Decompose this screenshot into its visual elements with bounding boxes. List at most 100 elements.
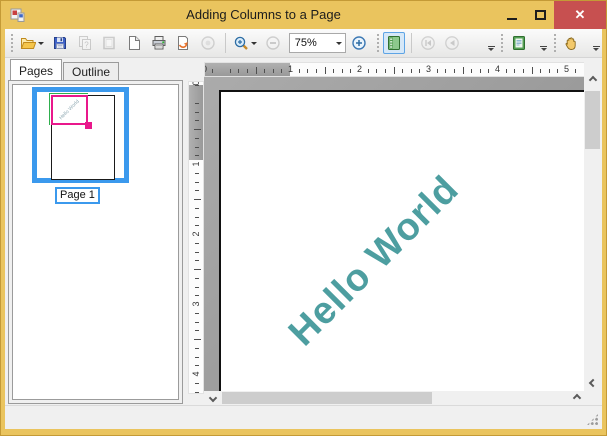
ruler-tick <box>195 217 199 218</box>
toolbar-grip[interactable] <box>10 34 14 52</box>
window-controls: ✕ <box>498 1 606 29</box>
toolbar-overflow-button[interactable] <box>590 35 602 57</box>
toolbar-overflow-button[interactable] <box>485 35 497 57</box>
ruler-number: 3 <box>424 64 433 74</box>
toolbar-overflow-button[interactable] <box>538 35 550 57</box>
stop-icon <box>200 35 216 51</box>
thumbnail-column-shape[interactable]: Hello World <box>51 95 88 125</box>
vertical-ruler: 01234 <box>188 81 204 394</box>
document-page[interactable]: Hello World <box>219 90 585 391</box>
h-scroll-thumb[interactable] <box>222 392 432 404</box>
maximize-button[interactable] <box>526 1 554 29</box>
horizontal-scrollbar[interactable] <box>204 391 585 405</box>
continuous-view-button[interactable] <box>383 32 406 54</box>
tab-pages[interactable]: Pages <box>10 59 62 80</box>
app-icon <box>10 7 26 23</box>
toolbar-separator <box>411 33 412 53</box>
minimize-button[interactable] <box>498 1 526 29</box>
open-button[interactable] <box>17 32 47 54</box>
ruler-tick <box>368 69 369 73</box>
ruler-tick <box>273 69 274 73</box>
ruler-tick <box>575 69 576 73</box>
vertical-scrollbar[interactable] <box>584 58 601 391</box>
ruler-tick <box>419 69 420 73</box>
ruler-number: 1 <box>191 157 201 171</box>
save-button[interactable] <box>49 32 72 54</box>
ruler-number: 0 <box>204 64 209 74</box>
ruler-tick <box>195 103 199 104</box>
minimize-icon <box>507 18 517 20</box>
ruler-tick <box>316 69 317 73</box>
thumbnail-label: Page 1 <box>55 187 100 204</box>
cancel-button <box>197 32 220 54</box>
ruler-tick <box>195 173 199 174</box>
tab-pages-label: Pages <box>19 64 53 78</box>
scroll-right-button[interactable] <box>569 391 585 405</box>
ruler-tick <box>195 120 199 121</box>
combo-dropdown-button[interactable] <box>332 38 345 48</box>
ruler-tick <box>523 69 524 73</box>
tab-outline[interactable]: Outline <box>63 62 119 80</box>
single-page-view-button[interactable] <box>507 32 530 54</box>
page-setup-button[interactable] <box>123 32 146 54</box>
page-thumbnail-selection[interactable]: Hello World <box>32 87 129 183</box>
ruler-number: 2 <box>355 64 364 74</box>
zoom-level-combo[interactable]: 75% <box>289 33 346 53</box>
ruler-tick <box>195 85 199 86</box>
ruler-tick <box>195 365 199 366</box>
ruler-tick <box>540 69 541 73</box>
scroll-left-button[interactable] <box>205 391 221 405</box>
dropdown-caret-icon[interactable] <box>251 42 257 48</box>
resize-grip[interactable] <box>586 413 599 426</box>
titlebar: Adding Columns to a Page ✕ <box>1 1 606 29</box>
ruler-tick <box>195 252 199 253</box>
ruler-tick <box>514 69 515 73</box>
ruler-tick <box>445 69 446 73</box>
toolbar-grip[interactable] <box>500 34 504 52</box>
ruler-tick <box>557 69 558 73</box>
ruler-tick <box>195 225 199 226</box>
scroll-up-button[interactable] <box>584 72 601 88</box>
window-title: Adding Columns to a Page <box>61 1 466 29</box>
print-button[interactable] <box>147 32 170 54</box>
zoom-mode-button[interactable] <box>230 32 260 54</box>
v-scroll-thumb[interactable] <box>585 91 600 149</box>
zoom-tool-icon <box>233 35 249 51</box>
thumbnail-panel[interactable]: Hello World Page 1 <box>12 84 179 400</box>
ruler-tick <box>195 330 199 331</box>
watermark-button <box>98 32 121 54</box>
zoom-out-icon <box>265 35 281 51</box>
thumbnail-resize-handle[interactable] <box>85 122 92 129</box>
ruler-tick <box>194 339 201 340</box>
chevron-down-icon <box>588 379 596 387</box>
ruler-number: 5 <box>562 64 571 74</box>
ruler-tick <box>325 67 326 74</box>
ruler-tick <box>394 67 395 74</box>
ruler-tick <box>471 69 472 73</box>
ruler-tick <box>195 322 199 323</box>
ruler-tick <box>488 69 489 73</box>
pages-question-icon: ? <box>77 35 93 51</box>
ruler-number: 2 <box>191 227 201 241</box>
tab-outline-label: Outline <box>72 65 110 79</box>
close-button[interactable]: ✕ <box>554 1 606 29</box>
document-canvas[interactable]: Hello World <box>204 77 585 391</box>
ruler-tick <box>333 69 334 73</box>
ruler-tick <box>195 138 199 139</box>
single-page-view-icon <box>511 35 527 51</box>
printer-icon <box>151 35 167 51</box>
main-area: Pages Outline Hello World <box>5 58 602 405</box>
save-icon <box>52 35 68 51</box>
scroll-down-button[interactable] <box>584 375 601 391</box>
toolbar-grip[interactable] <box>553 34 557 52</box>
zoom-in-button[interactable] <box>348 32 371 54</box>
ruler-tick <box>195 278 199 279</box>
pan-button[interactable] <box>560 32 583 54</box>
ruler-tick <box>195 182 199 183</box>
toolbar-grip[interactable] <box>376 34 380 52</box>
dropdown-caret-icon[interactable] <box>38 42 44 48</box>
export-button[interactable] <box>172 32 195 54</box>
ruler-tick <box>212 69 213 73</box>
ruler-tick <box>195 348 199 349</box>
page-thumbnail[interactable]: Hello World <box>51 95 115 180</box>
